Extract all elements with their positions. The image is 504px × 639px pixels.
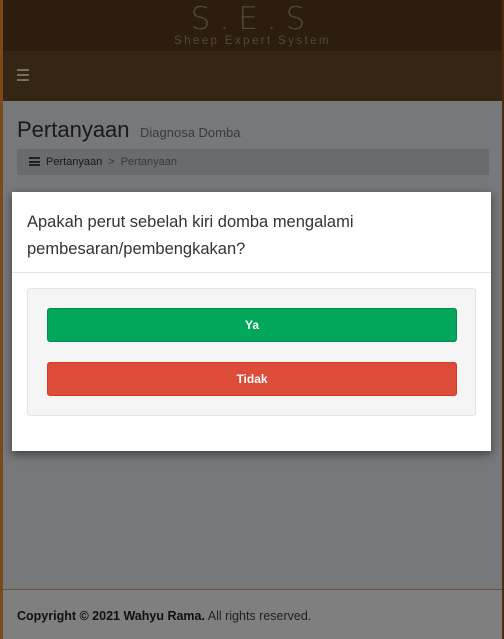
no-button[interactable]: Tidak <box>47 362 457 396</box>
modal-header: Apakah perut sebelah kiri domba mengalam… <box>12 192 491 273</box>
answer-well: Ya Tidak <box>27 288 476 416</box>
yes-button[interactable]: Ya <box>47 308 457 342</box>
question-modal: Apakah perut sebelah kiri domba mengalam… <box>12 192 491 451</box>
question-text: Apakah perut sebelah kiri domba mengalam… <box>27 213 354 258</box>
modal-body: Ya Tidak <box>12 273 491 431</box>
